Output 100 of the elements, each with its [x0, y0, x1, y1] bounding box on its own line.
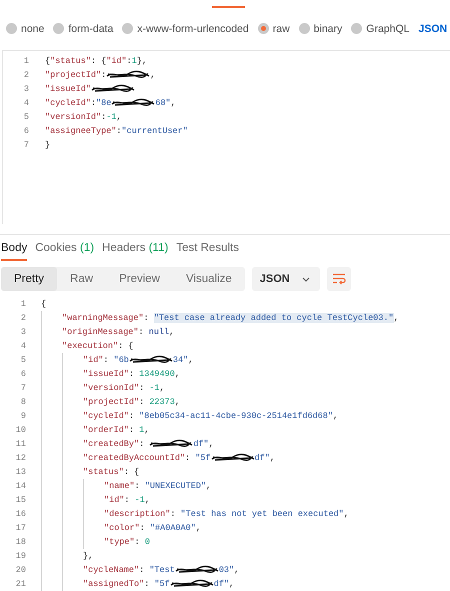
code-token: -1: [106, 112, 116, 122]
line-number: 9: [20, 411, 26, 421]
radio-option[interactable]: form-data: [53, 22, 114, 35]
response-tab[interactable]: Test Results: [176, 239, 239, 261]
radio-option[interactable]: GraphQL: [351, 22, 410, 35]
code-token: 34": [172, 355, 188, 365]
scribble-drawing: [174, 565, 219, 575]
code-punctuation: :: [90, 98, 96, 108]
line-number: 5: [20, 355, 26, 365]
code-token: df": [214, 579, 230, 589]
code-token: "8e: [96, 98, 112, 108]
code-token: "orderId": [83, 425, 129, 435]
line-number: 6: [20, 369, 26, 379]
line-number: 18: [14, 537, 26, 547]
code-punctuation: {: [45, 56, 50, 66]
code-token: df": [254, 453, 270, 463]
code-token: "Test: [149, 565, 175, 575]
wrap-lines-button[interactable]: [326, 267, 351, 291]
code-punctuation: :: [101, 112, 106, 122]
code-punctuation: :: [139, 439, 146, 449]
line-number: 3: [22, 84, 29, 94]
code-token: "id": [83, 355, 104, 365]
scribble-drawing: [90, 84, 135, 94]
code-punctuation: ,: [144, 495, 150, 505]
code-punctuation: ,: [144, 425, 150, 435]
line-number: 2: [22, 70, 29, 80]
code-punctuation: ,: [160, 383, 165, 393]
line-number: 4: [22, 98, 29, 108]
code-punctuation: :: [128, 369, 136, 379]
code-token: -1: [134, 495, 145, 505]
code-punctuation: ,: [150, 70, 156, 80]
code-punctuation: ,: [170, 98, 176, 108]
radio-option[interactable]: none: [6, 22, 44, 35]
line-number: 20: [14, 565, 26, 575]
view-mode-tab[interactable]: Raw: [57, 267, 106, 291]
scribble-drawing: [111, 98, 156, 108]
code-punctuation: :: [128, 411, 136, 421]
code-punctuation: ,: [196, 523, 201, 533]
code-punctuation: :: [170, 509, 176, 519]
code-token: "issueId": [45, 84, 91, 94]
radio-option[interactable]: raw: [258, 22, 290, 35]
format-dropdown[interactable]: JSON: [252, 267, 320, 291]
scribble-drawing: [106, 70, 150, 80]
radio-option[interactable]: x-www-form-urlencoded: [122, 22, 249, 35]
code-token: 68": [155, 98, 171, 108]
code-token: "execution": [62, 341, 118, 351]
radio-option[interactable]: binary: [298, 22, 342, 35]
response-tab[interactable]: Body: [1, 239, 28, 261]
code-punctuation: : {: [124, 467, 140, 477]
response-tab[interactable]: Headers (11): [102, 239, 168, 261]
code-token: "name": [104, 481, 135, 491]
code-punctuation: ,: [174, 397, 180, 407]
code-punctuation: ,: [344, 509, 349, 519]
view-mode-tab[interactable]: Visualize: [172, 267, 245, 291]
code-punctuation: :: [101, 70, 106, 80]
code-token: "color": [104, 523, 140, 533]
code-token: "cycleName": [83, 565, 140, 575]
code-punctuation: : {: [118, 341, 134, 351]
view-mode-tab[interactable]: Preview: [106, 267, 173, 291]
code-punctuation: :: [103, 355, 110, 365]
code-punctuation: :: [140, 523, 146, 533]
line-number: 1: [22, 56, 29, 66]
code-token: "assigneeType": [45, 126, 116, 136]
code-token: "#A0A0A0": [150, 523, 196, 533]
code-token: "cycleId": [83, 411, 129, 421]
code-token: 1: [132, 56, 137, 66]
code-token: "5f: [154, 579, 170, 589]
code-punctuation: : {: [90, 56, 106, 66]
code-token: "8eb05c34-ac11-4cbe-930c-2514e1fd6d68": [139, 411, 333, 421]
code-token: 0: [144, 537, 150, 547]
code-token: "6b: [114, 355, 129, 365]
code-token: "warningMessage": [62, 313, 144, 323]
code-token: "UNEXECUTED": [144, 481, 206, 491]
wrap-lines-icon: [332, 273, 346, 285]
code-token: "Test case already added to cycle TestCycle03.": [154, 313, 394, 323]
code-punctuation: :: [128, 425, 136, 435]
view-mode-tab[interactable]: Pretty: [1, 267, 58, 291]
scribble-drawing: [210, 453, 255, 463]
code-punctuation: :: [134, 537, 141, 547]
code-punctuation: ,: [394, 313, 399, 323]
code-punctuation: :: [144, 579, 150, 589]
code-punctuation: :: [124, 495, 131, 505]
code-punctuation: :: [139, 565, 146, 575]
line-number: 12: [14, 453, 26, 463]
request-editor[interactable]: 1 {"status": {"id":1}, 2 "projectId": , 3 "issueId" 4 "cycleId":"8e 68", 5 "versionId":-1, 6 "assigneeType":"currentUser" 7 }: [2, 50, 450, 224]
line-number: 21: [14, 579, 26, 589]
code-punctuation: :: [144, 313, 150, 323]
json-link[interactable]: JSON: [418, 22, 448, 35]
line-number: 1: [20, 299, 26, 309]
line-number: 6: [22, 126, 29, 136]
line-number: 8: [20, 397, 26, 407]
line-number: 7: [22, 140, 29, 150]
code-token: -1: [149, 383, 160, 393]
line-number: 14: [14, 481, 26, 491]
response-tab[interactable]: Cookies (1): [35, 239, 94, 261]
code-token: "originMessage": [62, 327, 139, 337]
code-token: 22373: [149, 397, 175, 407]
line-number: 2: [20, 313, 26, 323]
line-number: 11: [14, 439, 26, 449]
line-number: 15: [14, 495, 26, 505]
